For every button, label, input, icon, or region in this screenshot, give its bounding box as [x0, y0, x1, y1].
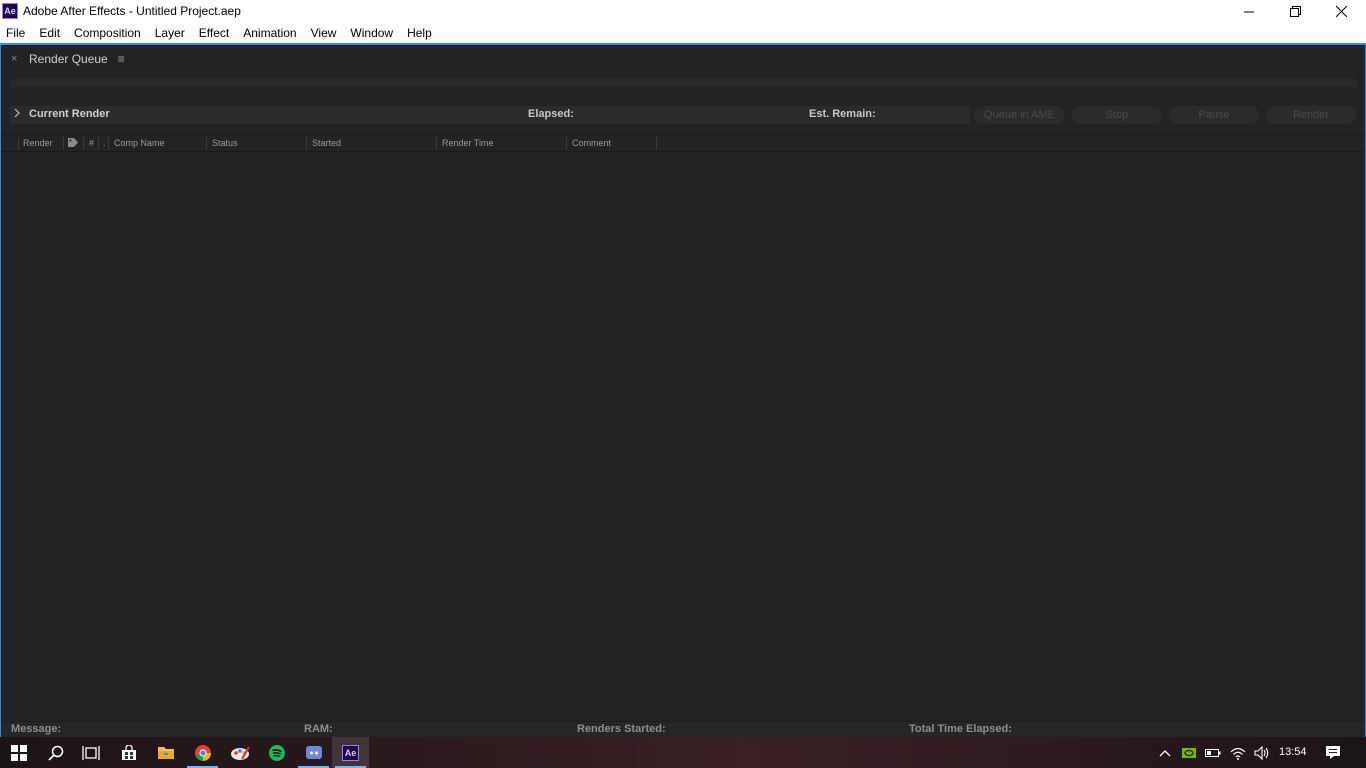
spotify-button[interactable]	[258, 737, 295, 768]
est-remain-label: Est. Remain:	[809, 108, 876, 120]
render-queue-list[interactable]	[1, 152, 1365, 719]
render-queue-panel: × Render Queue ≡ Current Render Elapsed:…	[0, 43, 1366, 737]
close-button[interactable]	[1318, 0, 1364, 23]
restore-icon	[1289, 6, 1301, 17]
start-button[interactable]	[0, 737, 37, 768]
folder-icon	[157, 747, 174, 759]
menu-bar: File Edit Composition Layer Effect Anima…	[0, 23, 1366, 43]
menu-layer[interactable]: Layer	[148, 23, 192, 43]
panel-tab: × Render Queue ≡	[1, 47, 1365, 71]
ram-label: RAM:	[304, 723, 333, 735]
menu-effect[interactable]: Effect	[192, 23, 236, 43]
action-center-button[interactable]	[1321, 737, 1345, 768]
current-render-bar: Current Render Elapsed: Est. Remain:	[10, 106, 970, 124]
restore-button[interactable]	[1272, 0, 1318, 23]
window-title: Adobe After Effects - Untitled Project.a…	[23, 4, 241, 18]
wifi-icon	[1230, 747, 1246, 760]
panel-tab-label[interactable]: Render Queue	[29, 52, 108, 66]
status-footer: Message: RAM: Renders Started: Total Tim…	[1, 721, 1365, 737]
paint-app-button[interactable]	[221, 737, 258, 768]
taskbar: Ae 13:54	[0, 737, 1366, 768]
column-render[interactable]: Render	[18, 137, 64, 150]
minimize-icon	[1244, 11, 1254, 12]
network-tray-button[interactable]	[1226, 737, 1250, 768]
column-status[interactable]: Status	[207, 137, 307, 150]
battery-icon	[1205, 748, 1221, 757]
after-effects-taskbar-button[interactable]: Ae	[332, 737, 369, 768]
stop-button[interactable]: Stop	[1072, 106, 1162, 124]
render-queue-column-header: Render # . Comp Name Status Started Rend…	[1, 134, 1365, 152]
menu-view[interactable]: View	[304, 23, 344, 43]
nvidia-tray-button[interactable]	[1177, 737, 1201, 768]
column-dot[interactable]: .	[99, 137, 109, 150]
chrome-button[interactable]	[184, 737, 221, 768]
volume-tray-button[interactable]	[1250, 737, 1274, 768]
column-label[interactable]	[64, 137, 84, 150]
notification-icon	[1326, 746, 1340, 759]
pause-button[interactable]: Pause	[1169, 106, 1259, 124]
after-effects-taskbar-icon: Ae	[342, 744, 359, 761]
column-number[interactable]: #	[84, 137, 99, 150]
chevron-right-icon[interactable]	[13, 108, 21, 121]
discord-button[interactable]	[295, 737, 332, 768]
renders-started-label: Renders Started:	[577, 723, 666, 735]
nvidia-icon	[1182, 747, 1196, 758]
current-render-label: Current Render	[29, 108, 110, 120]
minimize-button[interactable]	[1226, 0, 1272, 23]
search-button[interactable]	[37, 737, 74, 768]
task-view-button[interactable]	[72, 737, 109, 768]
tag-icon	[68, 138, 78, 147]
paint-icon	[230, 745, 250, 760]
menu-edit[interactable]: Edit	[32, 23, 67, 43]
menu-file[interactable]: File	[0, 23, 32, 43]
message-label: Message:	[11, 723, 62, 735]
menu-help[interactable]: Help	[400, 23, 439, 43]
discord-icon	[305, 745, 322, 759]
panel-close-icon[interactable]: ×	[11, 53, 21, 65]
column-started[interactable]: Started	[307, 137, 437, 150]
menu-composition[interactable]: Composition	[67, 23, 148, 43]
store-bag-icon	[121, 744, 136, 760]
menu-animation[interactable]: Animation	[236, 23, 303, 43]
after-effects-icon: Ae	[2, 3, 18, 19]
column-comp-name[interactable]: Comp Name	[109, 137, 207, 150]
total-time-elapsed-label: Total Time Elapsed:	[909, 723, 1012, 735]
column-render-time[interactable]: Render Time	[437, 137, 567, 150]
spotify-icon	[268, 744, 285, 761]
render-button[interactable]: Render	[1266, 106, 1356, 124]
chrome-icon	[194, 744, 211, 761]
store-button[interactable]	[110, 737, 147, 768]
elapsed-label: Elapsed:	[528, 108, 574, 120]
windows-icon	[10, 744, 27, 761]
task-view-icon	[81, 745, 100, 760]
title-bar: Ae Adobe After Effects - Untitled Projec…	[0, 0, 1366, 23]
panel-menu-icon[interactable]: ≡	[118, 52, 125, 66]
show-hidden-icons-button[interactable]	[1153, 737, 1177, 768]
column-comment[interactable]: Comment	[567, 137, 657, 150]
chevron-up-icon	[1159, 749, 1171, 756]
file-explorer-button[interactable]	[147, 737, 184, 768]
speaker-icon	[1254, 745, 1269, 760]
close-icon	[1335, 6, 1347, 17]
system-clock[interactable]: 13:54	[1279, 746, 1307, 758]
queue-in-ame-button[interactable]: Queue in AME	[974, 106, 1065, 124]
menu-window[interactable]: Window	[343, 23, 400, 43]
battery-tray-button[interactable]	[1201, 737, 1225, 768]
search-icon	[47, 745, 63, 761]
render-progress-bar	[10, 79, 1357, 87]
